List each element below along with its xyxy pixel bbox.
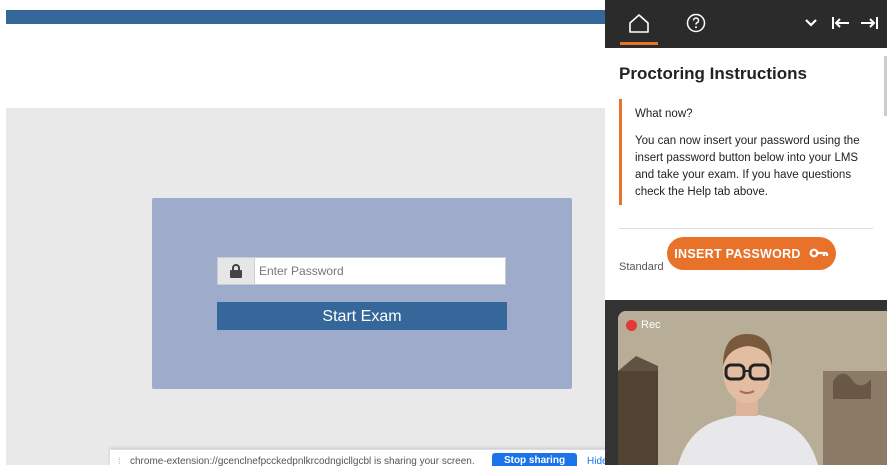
note-body: You can now insert your password using t… xyxy=(635,135,860,198)
insert-password-button[interactable]: INSERT PASSWORD xyxy=(667,237,836,270)
insert-password-label: INSERT PASSWORD xyxy=(674,246,801,261)
panel-header xyxy=(605,0,887,48)
collapse-left-icon[interactable] xyxy=(830,12,852,34)
password-input[interactable] xyxy=(255,258,505,284)
record-dot-icon xyxy=(626,319,637,331)
lms-top-bar xyxy=(6,10,605,24)
webcam-feed: Rec xyxy=(618,311,887,465)
help-circle-icon[interactable] xyxy=(685,12,707,34)
stop-sharing-button[interactable]: Stop sharing xyxy=(492,453,577,466)
lms-page: Start Exam xyxy=(0,0,605,465)
proctoring-panel: Proctoring Instructions What now? You ca… xyxy=(605,0,887,465)
lock-icon xyxy=(218,258,255,284)
note-heading: What now? xyxy=(635,108,693,120)
home-icon[interactable] xyxy=(628,12,650,34)
panel-title: Proctoring Instructions xyxy=(619,64,807,83)
standard-label: Standard xyxy=(619,261,664,273)
exam-login-card: Start Exam xyxy=(152,198,572,389)
divider xyxy=(619,228,873,229)
rec-label: Rec xyxy=(641,319,661,331)
active-tab-indicator xyxy=(620,42,658,45)
password-field-group xyxy=(217,257,506,285)
key-icon xyxy=(809,247,829,261)
chevron-down-icon[interactable] xyxy=(800,12,822,34)
expand-right-icon[interactable] xyxy=(858,12,880,34)
recording-indicator: Rec xyxy=(626,319,661,331)
webcam-area: Rec xyxy=(605,300,887,465)
instruction-note: What now? You can now insert your passwo… xyxy=(619,99,876,205)
screen-share-bar: ⁞ chrome-extension://gcenclnefpcckedpnlk… xyxy=(110,449,615,466)
start-exam-button[interactable]: Start Exam xyxy=(217,302,507,330)
